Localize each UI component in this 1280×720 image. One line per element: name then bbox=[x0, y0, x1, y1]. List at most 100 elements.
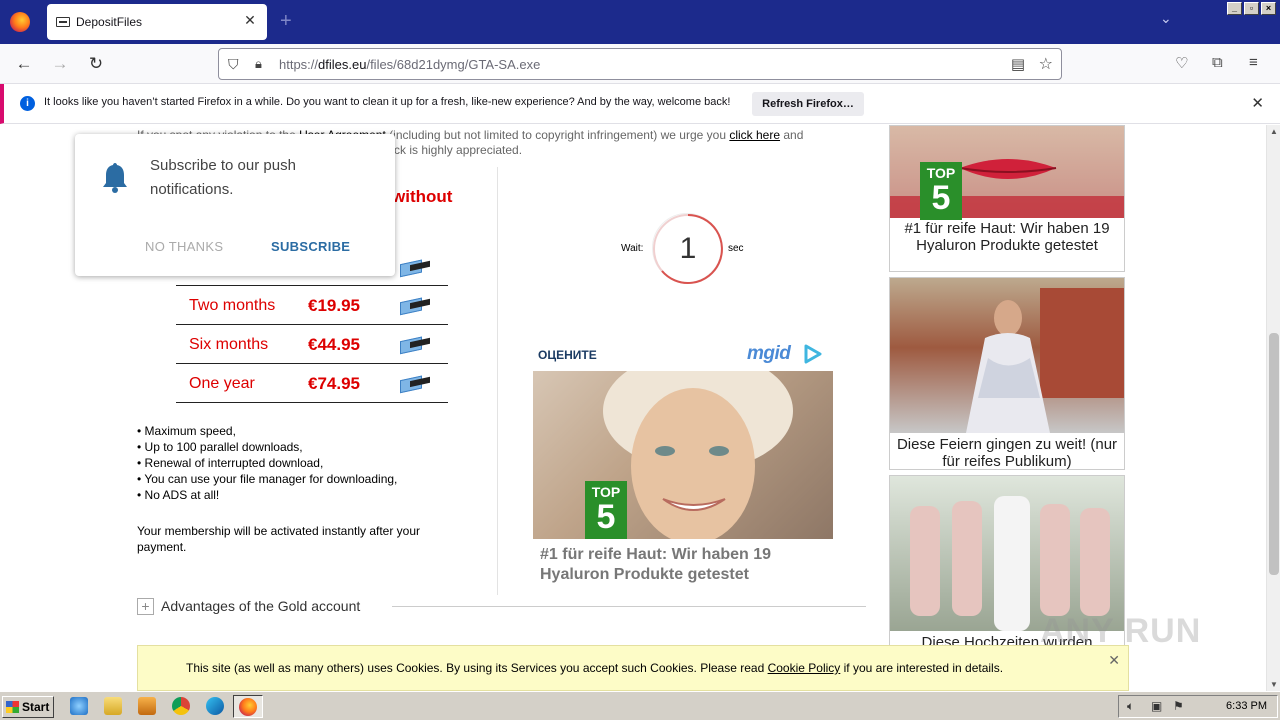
clock: 6:33 PM bbox=[1226, 700, 1267, 712]
notification-close-icon[interactable]: ✕ bbox=[1251, 94, 1264, 112]
pocket-icon[interactable]: ♡ bbox=[1175, 54, 1188, 72]
adchoices-icon[interactable] bbox=[802, 344, 822, 364]
windows-taskbar: Start 🔈︎ ▣ ⚑ 6:33 PM bbox=[0, 691, 1280, 720]
scroll-down-icon[interactable]: ▼ bbox=[1270, 680, 1278, 689]
features-list: • Maximum speed, • Up to 100 parallel do… bbox=[137, 423, 397, 503]
sec-label: sec bbox=[728, 243, 744, 254]
start-button[interactable]: Start bbox=[2, 696, 54, 718]
price-row-two-months[interactable]: Two months €19.95 bbox=[176, 286, 448, 325]
forward-icon[interactable]: → bbox=[49, 54, 71, 74]
tab-close-icon[interactable]: ✕ bbox=[241, 12, 259, 29]
menu-icon[interactable]: ≡ bbox=[1249, 54, 1258, 71]
back-icon[interactable]: ← bbox=[13, 54, 35, 74]
ad-bride-illustration bbox=[966, 288, 1124, 433]
timer-value: 1 bbox=[679, 232, 697, 265]
list-item: • Up to 100 parallel downloads, bbox=[137, 440, 303, 454]
watermark-logo: ANY RUN bbox=[1040, 612, 1202, 650]
price-row-one-year[interactable]: One year €74.95 bbox=[176, 364, 448, 403]
right-ad-2[interactable]: Diese Feiern gingen zu weit! (nur für re… bbox=[889, 277, 1125, 470]
cookie-message: This site (as well as many others) uses … bbox=[186, 661, 1004, 675]
gold-heading-fragment: without bbox=[392, 187, 453, 206]
info-icon: i bbox=[20, 96, 35, 111]
no-thanks-button[interactable]: NO THANKS bbox=[145, 239, 223, 254]
top5-badge: TOP 5 bbox=[585, 481, 627, 539]
card-icon bbox=[400, 333, 430, 355]
ad-caption[interactable]: Diese Feiern gingen zu weit! (nur für re… bbox=[890, 436, 1124, 469]
card-icon bbox=[400, 372, 430, 394]
price-row-six-months[interactable]: Six months €44.95 bbox=[176, 325, 448, 364]
card-icon bbox=[400, 294, 430, 316]
cookie-close-icon[interactable]: ✕ bbox=[1108, 652, 1120, 669]
list-item: • Maximum speed, bbox=[137, 424, 236, 438]
browser-tabbar: DepositFiles ✕ + ⌄ _ ▫ × bbox=[0, 0, 1280, 44]
new-tab-button[interactable]: + bbox=[280, 10, 292, 33]
ad-caption[interactable]: #1 für reife Haut: Wir haben 19 Hyaluron… bbox=[890, 220, 1124, 254]
push-message: Subscribe to our push notifications. bbox=[150, 157, 296, 198]
url-text[interactable]: https://dfiles.eu/files/68d21dymg/GTA-SA… bbox=[279, 57, 540, 72]
tab-depositfiles[interactable]: DepositFiles ✕ bbox=[47, 4, 267, 40]
advantages-divider bbox=[392, 606, 866, 607]
tracking-shield-icon[interactable]: ⛉ bbox=[228, 56, 239, 73]
firefox-taskbar-icon bbox=[239, 698, 257, 716]
cookie-policy-link[interactable]: Cookie Policy bbox=[768, 661, 841, 675]
scroll-thumb[interactable] bbox=[1269, 333, 1279, 575]
internet-explorer-icon[interactable] bbox=[70, 697, 88, 715]
list-all-tabs-icon[interactable]: ⌄ bbox=[1160, 10, 1172, 27]
ad-wedding-illustration bbox=[910, 496, 1110, 631]
list-item: • No ADS at all! bbox=[137, 488, 220, 502]
network-icon[interactable]: ▣ bbox=[1151, 699, 1162, 713]
scroll-up-icon[interactable]: ▲ bbox=[1270, 127, 1278, 136]
url-bar[interactable]: ⛉ 🔒︎ https://dfiles.eu/files/68d21dymg/G… bbox=[218, 48, 1062, 80]
card-icon bbox=[400, 256, 430, 278]
cookie-banner: This site (as well as many others) uses … bbox=[137, 645, 1129, 691]
notification-message: It looks like you haven’t started Firefo… bbox=[44, 96, 731, 108]
reload-icon[interactable]: ↻ bbox=[85, 54, 107, 74]
reader-view-icon[interactable]: ▤ bbox=[1011, 55, 1025, 73]
ad-header: ОЦЕНИТЕ bbox=[538, 348, 597, 362]
system-tray: 🔈︎ ▣ ⚑ 6:33 PM bbox=[1118, 695, 1278, 718]
subscribe-button[interactable]: SUBSCRIBE bbox=[271, 239, 350, 254]
ad-image bbox=[890, 476, 1124, 631]
ad-image[interactable]: TOP 5 bbox=[533, 371, 833, 539]
bell-icon bbox=[103, 163, 127, 193]
folder-icon[interactable] bbox=[104, 697, 122, 715]
edge-icon[interactable] bbox=[206, 697, 224, 715]
page-scrollbar[interactable]: ▲ ▼ bbox=[1266, 125, 1280, 691]
mgid-logo[interactable]: mgid bbox=[747, 343, 791, 365]
bookmark-star-icon[interactable]: ☆ bbox=[1039, 54, 1053, 74]
extensions-icon[interactable]: ⧉ bbox=[1212, 54, 1223, 71]
favicon-icon bbox=[56, 17, 70, 27]
page-viewport: If you spot any violation to the User Ag… bbox=[0, 125, 1266, 691]
firefox-icon[interactable] bbox=[10, 12, 30, 32]
list-item: • You can use your file manager for down… bbox=[137, 472, 398, 486]
close-window-button[interactable]: × bbox=[1261, 2, 1276, 15]
wait-label: Wait: bbox=[621, 243, 644, 254]
lock-icon[interactable]: 🔒︎ bbox=[255, 56, 262, 72]
minimize-button[interactable]: _ bbox=[1227, 2, 1242, 15]
countdown-timer: 1 bbox=[652, 213, 723, 284]
window-controls: _ ▫ × bbox=[1227, 2, 1276, 15]
ad-headline[interactable]: #1 für reife Haut: Wir haben 19 Hyaluron… bbox=[540, 545, 830, 585]
refresh-firefox-button[interactable]: Refresh Firefox… bbox=[752, 92, 864, 116]
expand-icon[interactable]: + bbox=[137, 598, 154, 615]
ad-face-illustration bbox=[603, 371, 793, 539]
click-here-link[interactable]: click here bbox=[729, 128, 780, 142]
flag-icon[interactable]: ⚑ bbox=[1173, 699, 1184, 713]
right-ad-1[interactable]: TOP 5 #1 für reife Haut: Wir haben 19 Hya… bbox=[889, 125, 1125, 272]
tab-title: DepositFiles bbox=[76, 15, 143, 29]
list-item: • Renewal of interrupted download, bbox=[137, 456, 324, 470]
activation-note: Your membership will be activated instan… bbox=[137, 524, 421, 554]
restore-button[interactable]: ▫ bbox=[1244, 2, 1259, 15]
column-divider bbox=[497, 167, 498, 595]
firefox-notification-bar: i It looks like you haven’t started Fire… bbox=[0, 84, 1280, 124]
firefox-taskbar-button[interactable] bbox=[233, 695, 263, 718]
chrome-icon[interactable] bbox=[172, 697, 190, 715]
volume-icon[interactable]: 🔈︎ bbox=[1127, 699, 1134, 714]
advantages-label[interactable]: Advantages of the Gold account bbox=[161, 598, 360, 614]
navigation-toolbar: ← → ↻ ⛉ 🔒︎ https://dfiles.eu/files/68d21… bbox=[0, 44, 1280, 84]
ad-image bbox=[890, 278, 1124, 433]
media-player-icon[interactable] bbox=[138, 697, 156, 715]
ad-image: TOP 5 bbox=[890, 126, 1124, 220]
top5-badge: TOP 5 bbox=[920, 162, 962, 220]
push-notification-popup: Subscribe to our push notifications. NO … bbox=[75, 134, 395, 276]
